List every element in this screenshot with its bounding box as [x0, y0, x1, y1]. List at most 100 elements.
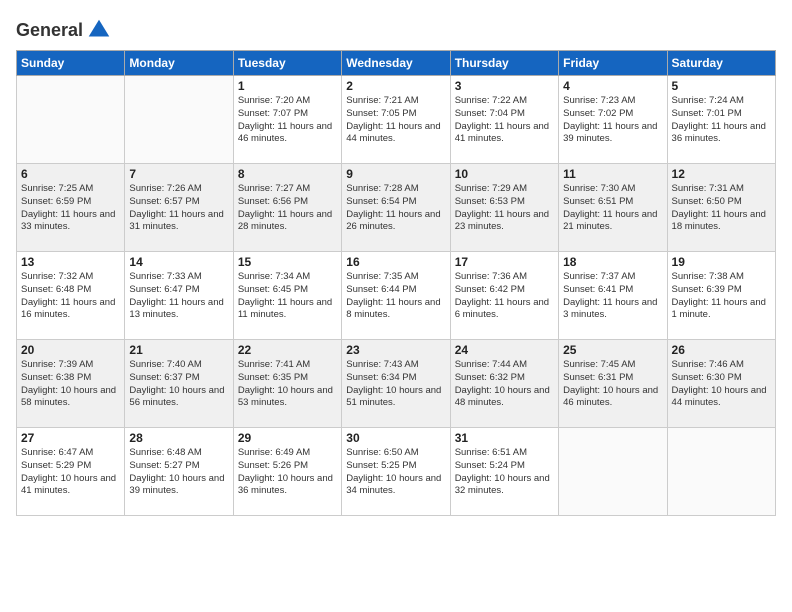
day-number: 15 — [238, 255, 337, 269]
calendar-cell: 24 Sunrise: 7:44 AM Sunset: 6:32 PM Dayli… — [450, 340, 558, 428]
day-number: 23 — [346, 343, 445, 357]
calendar-cell — [559, 428, 667, 516]
day-info: Sunrise: 6:47 AM Sunset: 5:29 PM Dayligh… — [21, 447, 120, 498]
day-number: 17 — [455, 255, 554, 269]
calendar-cell: 30Sunrise: 6:50 AM Sunset: 5:25 PM Dayli… — [342, 428, 450, 516]
calendar-cell: 6 Sunrise: 7:25 AM Sunset: 6:59 PM Daylig… — [17, 164, 125, 252]
day-info: Sunrise: 6:51 AM Sunset: 5:24 PM Dayligh… — [455, 447, 554, 498]
calendar-cell: 11 Sunrise: 7:30 AM Sunset: 6:51 PM Dayli… — [559, 164, 667, 252]
weekday-header-thursday: Thursday — [450, 51, 558, 76]
day-info: Sunrise: 7:32 AM Sunset: 6:48 PM Dayligh… — [21, 271, 120, 322]
day-info: Sunrise: 6:49 AM Sunset: 5:26 PM Dayligh… — [238, 447, 337, 498]
day-number: 3 — [455, 79, 554, 93]
calendar-cell: 13 Sunrise: 7:32 AM Sunset: 6:48 PM Dayli… — [17, 252, 125, 340]
day-info: Sunrise: 7:21 AM Sunset: 7:05 PM Dayligh… — [346, 95, 445, 146]
day-info: Sunrise: 7:23 AM Sunset: 7:02 PM Dayligh… — [563, 95, 662, 146]
day-info: Sunrise: 7:45 AM Sunset: 6:31 PM Dayligh… — [563, 359, 662, 410]
calendar-cell: 14 Sunrise: 7:33 AM Sunset: 6:47 PM Dayli… — [125, 252, 233, 340]
day-info: Sunrise: 7:26 AM Sunset: 6:57 PM Dayligh… — [129, 183, 228, 234]
calendar-cell: 21Sunrise: 7:40 AM Sunset: 6:37 PM Dayli… — [125, 340, 233, 428]
header: General — [16, 16, 776, 40]
calendar-cell: 16 Sunrise: 7:35 AM Sunset: 6:44 PM Dayli… — [342, 252, 450, 340]
day-number: 7 — [129, 167, 228, 181]
day-number: 21 — [129, 343, 228, 357]
day-number: 5 — [672, 79, 771, 93]
calendar-cell: 27 Sunrise: 6:47 AM Sunset: 5:29 PM Dayli… — [17, 428, 125, 516]
day-info: Sunrise: 7:33 AM Sunset: 6:47 PM Dayligh… — [129, 271, 228, 322]
day-number: 11 — [563, 167, 662, 181]
calendar-cell: 23 Sunrise: 7:43 AM Sunset: 6:34 PM Dayli… — [342, 340, 450, 428]
day-number: 8 — [238, 167, 337, 181]
day-number: 20 — [21, 343, 120, 357]
day-number: 27 — [21, 431, 120, 445]
day-info: Sunrise: 7:37 AM Sunset: 6:41 PM Dayligh… — [563, 271, 662, 322]
day-number: 2 — [346, 79, 445, 93]
day-number: 14 — [129, 255, 228, 269]
day-number: 10 — [455, 167, 554, 181]
calendar-cell: 22 Sunrise: 7:41 AM Sunset: 6:35 PM Dayli… — [233, 340, 341, 428]
calendar-header: SundayMondayTuesdayWednesdayThursdayFrid… — [17, 51, 776, 76]
day-info: Sunrise: 6:48 AM Sunset: 5:27 PM Dayligh… — [129, 447, 228, 498]
day-number: 4 — [563, 79, 662, 93]
day-info: Sunrise: 7:25 AM Sunset: 6:59 PM Dayligh… — [21, 183, 120, 234]
day-info: Sunrise: 7:31 AM Sunset: 6:50 PM Dayligh… — [672, 183, 771, 234]
calendar-cell: 4 Sunrise: 7:23 AM Sunset: 7:02 PM Daylig… — [559, 76, 667, 164]
day-info: Sunrise: 7:38 AM Sunset: 6:39 PM Dayligh… — [672, 271, 771, 322]
calendar-cell: 25Sunrise: 7:45 AM Sunset: 6:31 PM Dayli… — [559, 340, 667, 428]
weekday-header-row: SundayMondayTuesdayWednesdayThursdayFrid… — [17, 51, 776, 76]
calendar-cell: 28Sunrise: 6:48 AM Sunset: 5:27 PM Dayli… — [125, 428, 233, 516]
weekday-header-monday: Monday — [125, 51, 233, 76]
calendar-body: 1Sunrise: 7:20 AM Sunset: 7:07 PM Daylig… — [17, 76, 776, 516]
calendar-cell: 9Sunrise: 7:28 AM Sunset: 6:54 PM Daylig… — [342, 164, 450, 252]
day-info: Sunrise: 7:39 AM Sunset: 6:38 PM Dayligh… — [21, 359, 120, 410]
page-container: General SundayMondayTuesdayWednesdayThur… — [0, 0, 792, 526]
calendar-week-row: 6 Sunrise: 7:25 AM Sunset: 6:59 PM Daylig… — [17, 164, 776, 252]
calendar-week-row: 20 Sunrise: 7:39 AM Sunset: 6:38 PM Dayli… — [17, 340, 776, 428]
calendar-cell: 3 Sunrise: 7:22 AM Sunset: 7:04 PM Daylig… — [450, 76, 558, 164]
day-info: Sunrise: 7:27 AM Sunset: 6:56 PM Dayligh… — [238, 183, 337, 234]
day-number: 26 — [672, 343, 771, 357]
weekday-header-wednesday: Wednesday — [342, 51, 450, 76]
logo-icon — [85, 16, 113, 44]
day-number: 29 — [238, 431, 337, 445]
calendar-cell: 20 Sunrise: 7:39 AM Sunset: 6:38 PM Dayli… — [17, 340, 125, 428]
day-number: 30 — [346, 431, 445, 445]
calendar-week-row: 13 Sunrise: 7:32 AM Sunset: 6:48 PM Dayli… — [17, 252, 776, 340]
weekday-header-tuesday: Tuesday — [233, 51, 341, 76]
calendar-cell: 15 Sunrise: 7:34 AM Sunset: 6:45 PM Dayli… — [233, 252, 341, 340]
day-number: 16 — [346, 255, 445, 269]
calendar-cell: 31 Sunrise: 6:51 AM Sunset: 5:24 PM Dayli… — [450, 428, 558, 516]
day-number: 31 — [455, 431, 554, 445]
calendar-cell: 19Sunrise: 7:38 AM Sunset: 6:39 PM Dayli… — [667, 252, 775, 340]
calendar-cell: 8 Sunrise: 7:27 AM Sunset: 6:56 PM Daylig… — [233, 164, 341, 252]
day-number: 22 — [238, 343, 337, 357]
day-info: Sunrise: 7:20 AM Sunset: 7:07 PM Dayligh… — [238, 95, 337, 146]
day-info: Sunrise: 7:22 AM Sunset: 7:04 PM Dayligh… — [455, 95, 554, 146]
day-info: Sunrise: 7:30 AM Sunset: 6:51 PM Dayligh… — [563, 183, 662, 234]
calendar-cell: 29 Sunrise: 6:49 AM Sunset: 5:26 PM Dayli… — [233, 428, 341, 516]
day-info: Sunrise: 7:35 AM Sunset: 6:44 PM Dayligh… — [346, 271, 445, 322]
day-info: Sunrise: 7:46 AM Sunset: 6:30 PM Dayligh… — [672, 359, 771, 410]
calendar-cell: 10Sunrise: 7:29 AM Sunset: 6:53 PM Dayli… — [450, 164, 558, 252]
weekday-header-sunday: Sunday — [17, 51, 125, 76]
logo-general: General — [16, 20, 83, 41]
day-info: Sunrise: 7:34 AM Sunset: 6:45 PM Dayligh… — [238, 271, 337, 322]
day-info: Sunrise: 7:41 AM Sunset: 6:35 PM Dayligh… — [238, 359, 337, 410]
calendar-cell: 7 Sunrise: 7:26 AM Sunset: 6:57 PM Daylig… — [125, 164, 233, 252]
calendar-week-row: 1Sunrise: 7:20 AM Sunset: 7:07 PM Daylig… — [17, 76, 776, 164]
day-number: 6 — [21, 167, 120, 181]
calendar-cell — [125, 76, 233, 164]
calendar-cell: 17Sunrise: 7:36 AM Sunset: 6:42 PM Dayli… — [450, 252, 558, 340]
day-number: 13 — [21, 255, 120, 269]
day-number: 24 — [455, 343, 554, 357]
calendar-cell: 1Sunrise: 7:20 AM Sunset: 7:07 PM Daylig… — [233, 76, 341, 164]
calendar-cell: 5Sunrise: 7:24 AM Sunset: 7:01 PM Daylig… — [667, 76, 775, 164]
calendar-cell: 26 Sunrise: 7:46 AM Sunset: 6:30 PM Dayli… — [667, 340, 775, 428]
calendar-cell: 12Sunrise: 7:31 AM Sunset: 6:50 PM Dayli… — [667, 164, 775, 252]
weekday-header-friday: Friday — [559, 51, 667, 76]
calendar-week-row: 27 Sunrise: 6:47 AM Sunset: 5:29 PM Dayli… — [17, 428, 776, 516]
calendar-cell — [17, 76, 125, 164]
logo: General — [16, 16, 113, 40]
day-info: Sunrise: 7:44 AM Sunset: 6:32 PM Dayligh… — [455, 359, 554, 410]
day-info: Sunrise: 7:43 AM Sunset: 6:34 PM Dayligh… — [346, 359, 445, 410]
